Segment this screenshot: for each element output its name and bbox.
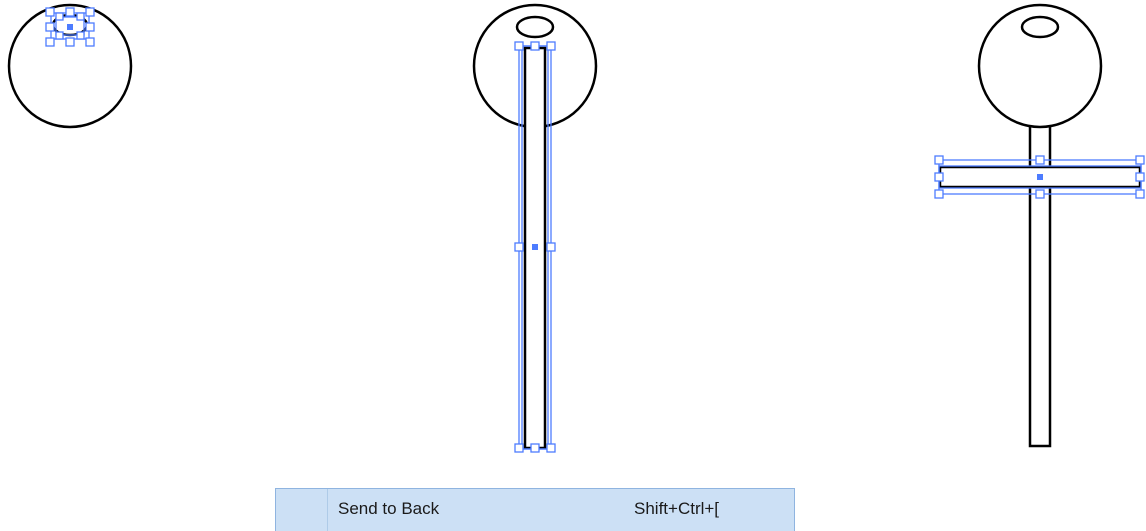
selection-center-point <box>67 24 73 30</box>
lollipop-head-step-1[interactable] <box>7 3 133 129</box>
selection-center-point <box>1037 174 1043 180</box>
highlight-ellipse[interactable] <box>1020 15 1060 39</box>
selection-center-point <box>532 244 538 250</box>
highlight-ellipse[interactable] <box>515 15 555 39</box>
lollipop-step-2[interactable] <box>472 3 598 450</box>
menu-item-send-to-back[interactable]: Send to Back Shift+Ctrl+[ <box>275 488 795 531</box>
menu-icon-gutter <box>276 489 328 531</box>
lollipop-step-3[interactable] <box>938 3 1142 448</box>
menu-item-shortcut: Shift+Ctrl+[ <box>634 499 720 518</box>
menu-item-label: Send to Back <box>338 499 440 518</box>
artboard-canvas[interactable] <box>0 0 1146 531</box>
